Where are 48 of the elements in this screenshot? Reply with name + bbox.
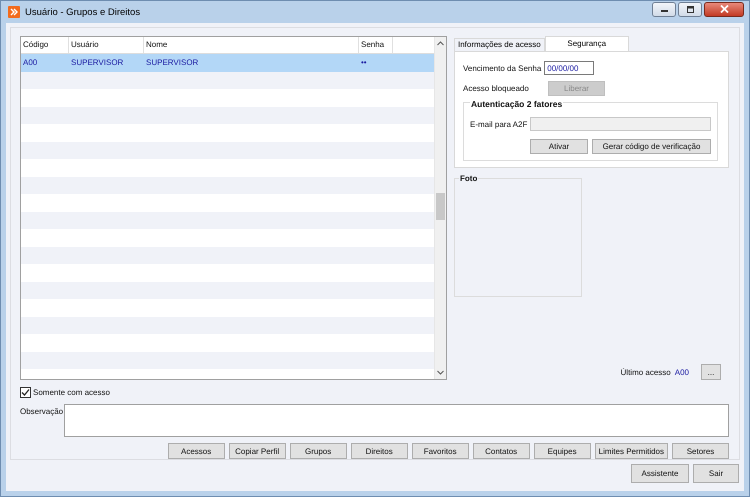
column-header[interactable]: Senha <box>359 37 393 53</box>
field-label: Último acesso <box>620 368 671 376</box>
app-icon <box>8 6 20 18</box>
tab[interactable]: Segurança <box>544 36 629 51</box>
action-button[interactable]: Gerar código de verificação <box>592 139 711 154</box>
browse-button[interactable]: ... <box>701 364 721 380</box>
group-title: Foto <box>459 174 478 183</box>
tab[interactable]: Informações de acesso <box>454 38 545 51</box>
table-row[interactable]: A00 SUPERVISOR SUPERVISOR •• <box>21 54 434 72</box>
action-button[interactable]: Contatos <box>472 443 530 459</box>
close-icon <box>720 5 728 13</box>
action-button[interactable]: Grupos <box>290 443 347 459</box>
date-field[interactable]: 00/00/00 <box>544 61 594 75</box>
action-button[interactable]: Limites Permitidos <box>594 443 668 459</box>
window-title: Usuário - Grupos e Direitos <box>25 6 140 18</box>
field-label: Vencimento da Senha <box>463 64 542 72</box>
email-field[interactable] <box>530 117 712 131</box>
checkbox-label: Somente com acesso <box>33 388 110 396</box>
field-label: E-mail para A2F <box>470 120 528 128</box>
field-value: A00 <box>674 368 689 376</box>
column-header[interactable]: Nome <box>144 37 359 53</box>
action-button[interactable]: Equipes <box>534 443 591 459</box>
action-button[interactable]: Copiar Perfil <box>228 443 286 459</box>
maximize-icon <box>686 6 694 12</box>
footer-button[interactable]: Sair <box>693 464 739 483</box>
field-label: Observação <box>20 406 64 418</box>
table-cell-text: SUPERVISOR <box>145 57 200 69</box>
field-label: Acesso bloqueado <box>463 84 530 93</box>
scroll-down-icon[interactable] <box>437 370 444 375</box>
scroll-up-icon[interactable] <box>437 41 444 46</box>
action-button[interactable]: Setores <box>672 443 729 459</box>
table-cell-text: •• <box>360 57 368 69</box>
action-button[interactable]: Direitos <box>350 443 408 459</box>
maximize-button[interactable] <box>678 2 702 16</box>
checkbox[interactable] <box>20 386 31 398</box>
scroll-thumb[interactable] <box>436 193 445 220</box>
action-button[interactable]: Ativar <box>530 139 588 154</box>
table-cell-text: A00 <box>22 57 38 69</box>
column-header[interactable]: Código <box>21 37 69 53</box>
action-button[interactable]: Favoritos <box>412 443 469 459</box>
action-button[interactable]: Acessos <box>168 443 225 459</box>
column-header[interactable]: Usuário <box>69 37 144 53</box>
table-cell-text: SUPERVISOR <box>70 57 124 69</box>
close-button[interactable] <box>704 2 744 16</box>
notes-field[interactable] <box>64 404 729 437</box>
footer-button[interactable]: Assistente <box>631 464 689 483</box>
minimize-button[interactable] <box>652 2 676 16</box>
group-title: Autenticação 2 fatores <box>470 99 564 109</box>
